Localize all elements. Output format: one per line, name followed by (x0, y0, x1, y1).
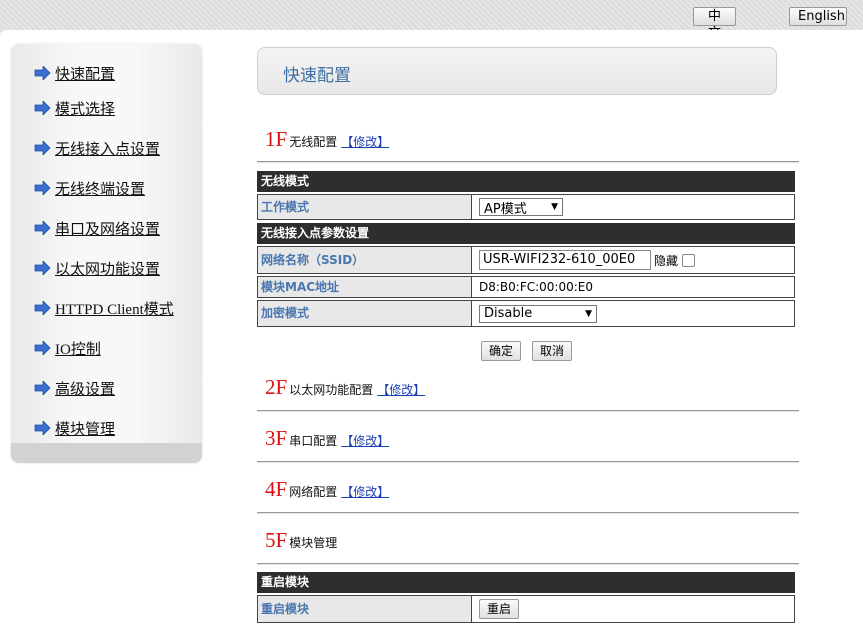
arrow-right-icon (34, 421, 51, 435)
ssid-input[interactable]: USR-WIFI232-610_00E0 (479, 250, 651, 270)
dropdown-arrow-icon: ▼ (585, 308, 592, 319)
table-row: 工作模式 AP模式 ▼ (257, 194, 795, 220)
sidebar: 快速配置 模式选择 无线接入点设置 无线终端设置 串口及网络设置 以太网功能设置… (11, 44, 202, 463)
sidebar-item-sta-settings[interactable]: 无线终端设置 (34, 177, 145, 199)
edit-network-link[interactable]: 【修改】 (341, 483, 389, 500)
section-title: 网络配置 (289, 485, 338, 499)
table-row: 重启模块 重启 (257, 595, 795, 623)
sidebar-item-label: 串口及网络设置 (55, 221, 161, 238)
section-serial: 3F 串口配置 【修改】 (265, 426, 389, 451)
page-title: 快速配置 (283, 66, 351, 86)
sidebar-item-httpd-client[interactable]: HTTPD Client模式 (34, 297, 174, 319)
mac-label: 模块MAC地址 (258, 277, 472, 297)
section-wireless: 1F 无线配置 【修改】 (265, 127, 389, 152)
hide-ssid-label: 隐藏 (654, 253, 679, 268)
sidebar-item-label: IO控制 (55, 341, 101, 358)
section-title: 串口配置 (289, 434, 338, 448)
sidebar-item-mode-select[interactable]: 模式选择 (34, 97, 115, 119)
sidebar-item-label: 无线接入点设置 (55, 141, 161, 158)
arrow-right-icon (34, 141, 51, 155)
table-row: 模块MAC地址 D8:B0:FC:00:00:E0 (257, 276, 795, 298)
section-ethernet: 2F 以太网功能配置 【修改】 (265, 375, 425, 400)
table-header: 无线接入点参数设置 (257, 223, 795, 244)
sidebar-item-ethernet[interactable]: 以太网功能设置 (34, 257, 160, 279)
section-number: 5F (265, 528, 288, 552)
arrow-right-icon (34, 341, 51, 355)
page-header: 快速配置 (257, 47, 777, 95)
sidebar-item-label: HTTPD Client模式 (55, 301, 174, 318)
section-network: 4F 网络配置 【修改】 (265, 477, 389, 502)
arrow-right-icon (34, 381, 51, 395)
section-number: 1F (265, 127, 288, 151)
mac-value: D8:B0:FC:00:00:E0 (479, 280, 593, 294)
section-number: 3F (265, 426, 288, 450)
arrow-right-icon (34, 66, 51, 80)
section-title: 模块管理 (289, 536, 338, 550)
arrow-right-icon (34, 221, 51, 235)
reboot-table: 重启模块 重启模块 重启 (257, 572, 795, 628)
work-mode-label: 工作模式 (258, 195, 472, 219)
hide-ssid-checkbox[interactable] (682, 253, 696, 267)
sidebar-item-label: 快速配置 (55, 66, 116, 83)
work-mode-value: AP模式 (484, 201, 527, 217)
sidebar-item-label: 模块管理 (55, 421, 116, 438)
section-title: 无线配置 (289, 135, 338, 149)
lang-chinese-button[interactable]: 中文 (693, 7, 736, 41)
reboot-label: 重启模块 (258, 596, 472, 622)
sidebar-footer (11, 443, 202, 463)
divider (257, 410, 799, 412)
arrow-right-icon (34, 101, 51, 115)
table-row: 加密模式 Disable ▼ (257, 300, 795, 327)
sidebar-item-label: 无线终端设置 (55, 181, 146, 198)
arrow-right-icon (34, 181, 51, 195)
dropdown-arrow-icon: ▼ (551, 202, 558, 212)
encryption-select[interactable]: Disable ▼ (479, 304, 597, 323)
divider (257, 563, 799, 565)
table-header: 重启模块 (257, 572, 795, 593)
table-header: 无线模式 (257, 171, 795, 192)
table-row: 网络名称（SSID） USR-WIFI232-610_00E0 隐藏 (257, 246, 795, 274)
arrow-right-icon (34, 261, 51, 275)
encryption-label: 加密模式 (258, 301, 472, 326)
edit-serial-link[interactable]: 【修改】 (341, 432, 389, 449)
section-number: 4F (265, 477, 288, 501)
arrow-right-icon (34, 301, 51, 315)
sidebar-item-label: 高级设置 (55, 381, 116, 398)
sidebar-item-label: 以太网功能设置 (55, 261, 161, 278)
encryption-value: Disable (484, 306, 533, 321)
divider (257, 161, 799, 163)
sidebar-item-serial-network[interactable]: 串口及网络设置 (34, 217, 160, 239)
divider (257, 461, 799, 463)
sidebar-item-advanced[interactable]: 高级设置 (34, 377, 115, 399)
section-title: 以太网功能配置 (289, 383, 374, 397)
sidebar-item-label: 模式选择 (55, 101, 116, 118)
lang-english-button[interactable]: English (789, 7, 847, 26)
sidebar-item-module-manage[interactable]: 模块管理 (34, 417, 115, 439)
main-panel: 快速配置 模式选择 无线接入点设置 无线终端设置 串口及网络设置 以太网功能设置… (0, 30, 863, 628)
section-number: 2F (265, 375, 288, 399)
section-module-manage: 5F 模块管理 (265, 528, 337, 553)
ssid-label: 网络名称（SSID） (258, 247, 472, 273)
wireless-config-table: 无线模式 工作模式 AP模式 ▼ 无线接入点参数设置 网络名称（SSID） US… (257, 171, 795, 361)
sidebar-item-quick-config[interactable]: 快速配置 (34, 62, 115, 84)
sidebar-item-io-control[interactable]: IO控制 (34, 337, 101, 359)
cancel-button[interactable]: 取消 (532, 341, 573, 361)
edit-wireless-link[interactable]: 【修改】 (341, 133, 389, 150)
divider (257, 512, 799, 514)
work-mode-select[interactable]: AP模式 ▼ (479, 198, 563, 217)
edit-ethernet-link[interactable]: 【修改】 (377, 381, 425, 398)
sidebar-item-ap-settings[interactable]: 无线接入点设置 (34, 137, 160, 159)
reboot-button[interactable]: 重启 (479, 599, 520, 619)
confirm-button[interactable]: 确定 (481, 341, 522, 361)
